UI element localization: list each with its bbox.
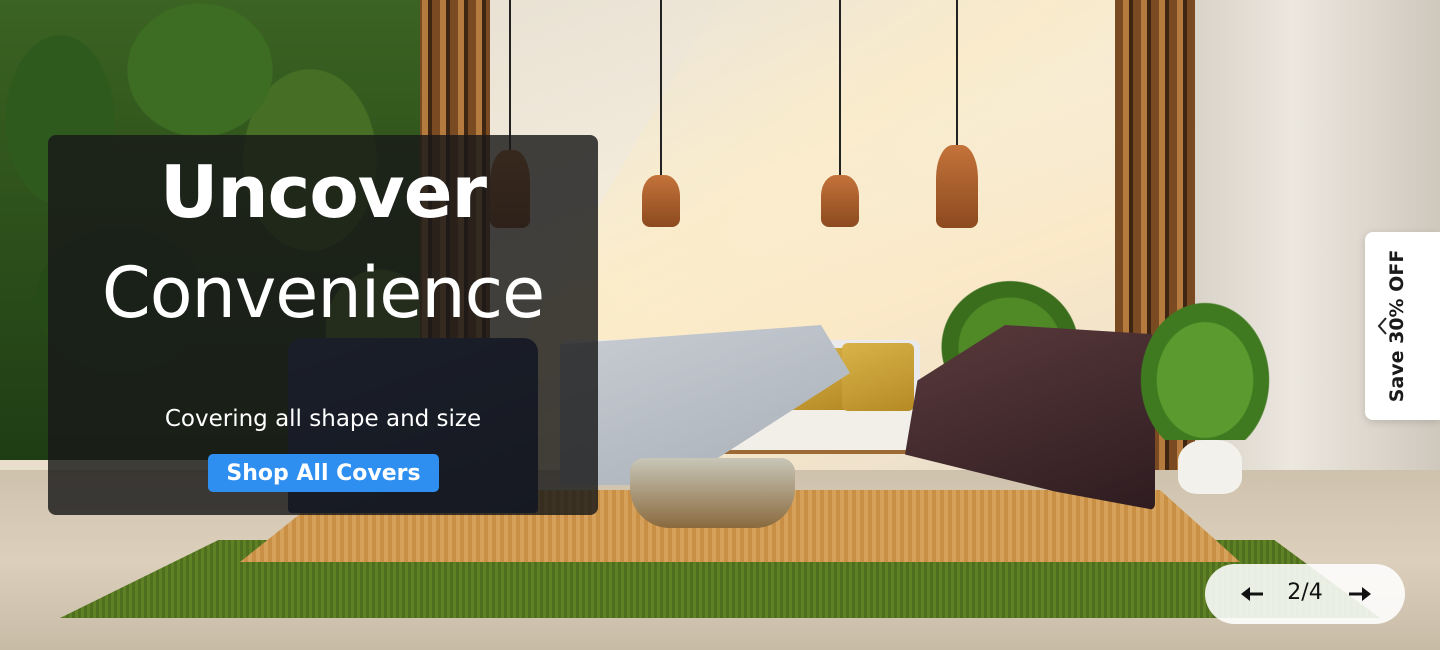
cushion [842, 343, 914, 411]
pendant-lamp [642, 175, 680, 227]
pendant-lamp [821, 175, 859, 227]
potted-plant [1130, 290, 1280, 440]
lamp-cord [839, 0, 841, 175]
hero-headline-line2: Convenience [101, 252, 545, 334]
hero-headline: Uncover [159, 150, 487, 234]
promo-tab[interactable]: Save 30% OFF [1365, 232, 1440, 420]
shop-all-covers-button[interactable]: Shop All Covers [208, 454, 439, 492]
hero-subtitle: Covering all shape and size [164, 406, 482, 432]
lamp-cord [956, 0, 958, 145]
lamp-cord [660, 0, 662, 175]
arrow-right-icon[interactable] [1347, 582, 1373, 606]
ottoman [630, 458, 795, 528]
pendant-lamp [936, 145, 978, 228]
arrow-left-icon[interactable] [1239, 582, 1265, 606]
plant-pot [1178, 440, 1242, 494]
promo-label: Save 30% OFF [1386, 249, 1408, 403]
lamp-cord [509, 0, 511, 150]
carousel-pager: 2/4 [1205, 564, 1405, 624]
slide-counter: 2/4 [1287, 580, 1323, 605]
